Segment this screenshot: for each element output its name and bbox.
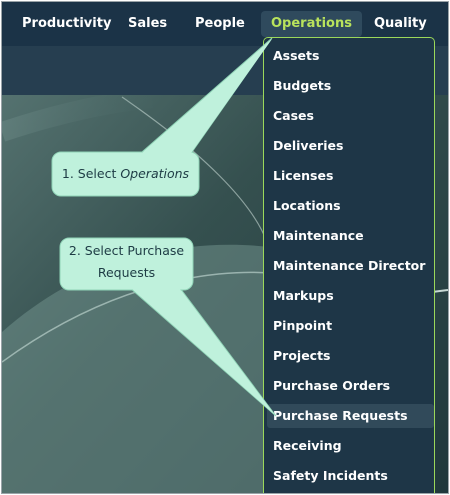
- menu-item-maintenance[interactable]: Maintenance: [267, 224, 434, 248]
- menu-item-pinpoint[interactable]: Pinpoint: [267, 314, 434, 338]
- callout-step2-text: 2. Select Purchase Requests: [60, 240, 193, 284]
- nav-item-operations[interactable]: Operations: [261, 11, 362, 37]
- callout-step1-emphasis: Operations: [120, 166, 190, 181]
- menu-item-budgets[interactable]: Budgets: [267, 74, 434, 98]
- menu-item-cases[interactable]: Cases: [267, 104, 434, 128]
- callout-step2-line2: Requests: [97, 265, 156, 280]
- menu-item-maintenance-director[interactable]: Maintenance Director: [267, 254, 434, 278]
- menu-item-projects[interactable]: Projects: [267, 344, 434, 368]
- operations-dropdown-menu: Assets Budgets Cases Deliveries Licenses…: [263, 37, 435, 493]
- menu-item-licenses[interactable]: Licenses: [267, 164, 434, 188]
- menu-item-locations[interactable]: Locations: [267, 194, 434, 218]
- menu-item-safety-incidents[interactable]: Safety Incidents: [267, 464, 434, 488]
- nav-item-sales[interactable]: Sales: [128, 2, 167, 46]
- menu-item-purchase-orders[interactable]: Purchase Orders: [267, 374, 434, 398]
- callout-step2-line1: 2. Select Purchase: [68, 243, 185, 258]
- nav-item-people[interactable]: People: [195, 2, 245, 46]
- menu-item-receiving[interactable]: Receiving: [267, 434, 434, 458]
- menu-item-assets[interactable]: Assets: [267, 44, 434, 68]
- menu-item-purchase-requests[interactable]: Purchase Requests: [267, 404, 434, 428]
- menu-item-deliveries[interactable]: Deliveries: [267, 134, 434, 158]
- callout-step1-text: 1. Select Operations: [52, 163, 199, 185]
- callout-step1-prefix: 1. Select: [61, 166, 121, 181]
- menu-item-markups[interactable]: Markups: [267, 284, 434, 308]
- nav-item-productivity[interactable]: Productivity: [22, 2, 111, 46]
- screenshot-frame: Productivity Sales People Operations Qua…: [1, 1, 449, 494]
